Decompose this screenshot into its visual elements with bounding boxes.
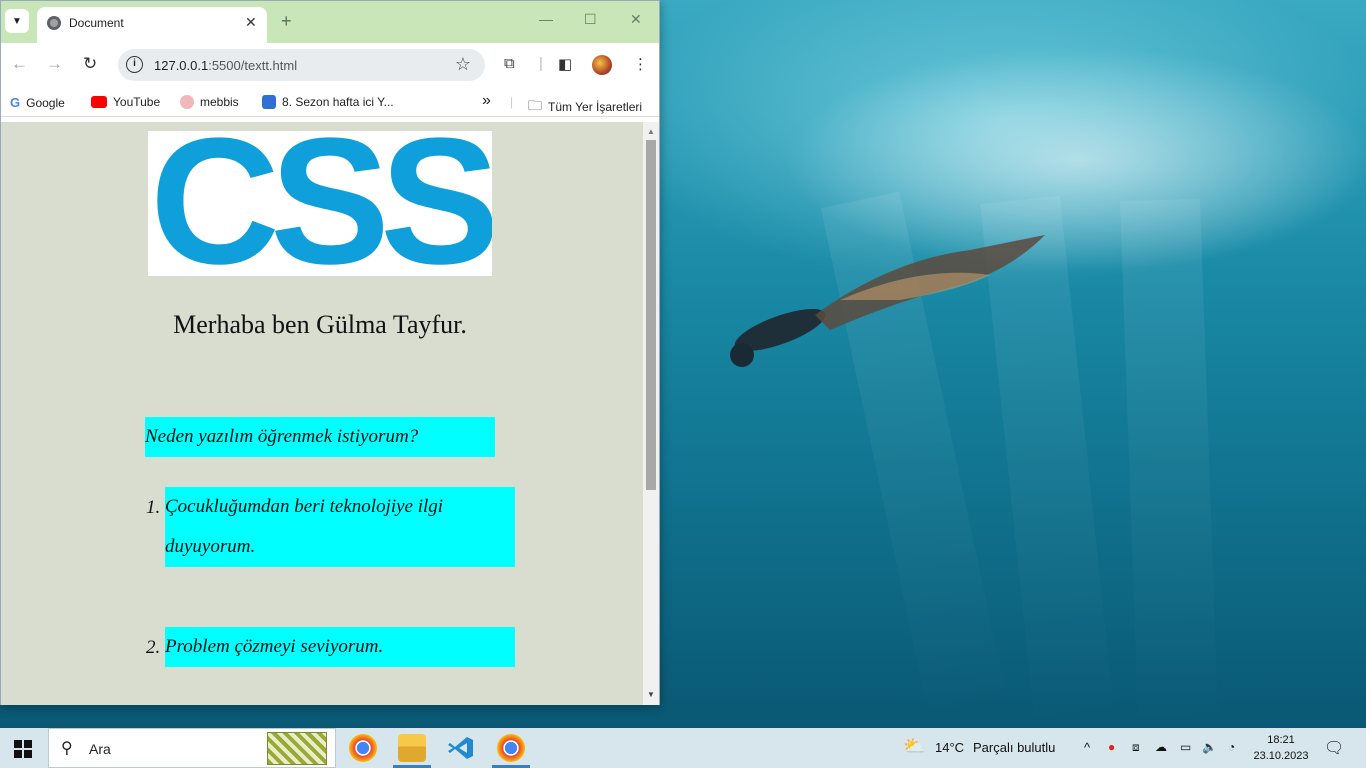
bookmark-google[interactable]: G Google (10, 95, 65, 110)
windows-start-icon[interactable] (14, 740, 32, 758)
url-text: 127.0.0.1:5500/textt.html (154, 58, 298, 73)
file-explorer-icon[interactable] (398, 734, 426, 762)
menu-dots-icon[interactable]: ⋮ (633, 55, 648, 73)
bookmarks-divider: | (510, 95, 514, 109)
wifi-icon[interactable]: ◔ (1228, 740, 1235, 754)
page-heading: Merhaba ben Gülma Tayfur. (173, 310, 467, 339)
browser-window: ▼ Document ✕ + — ☐ ✕ ← → ↻ i 127.0.0.1:5… (0, 0, 660, 705)
record-icon[interactable]: ● (1108, 740, 1115, 754)
question-text: Neden yazılım öğrenmek istiyorum? (145, 417, 495, 457)
extensions-icon[interactable]: ⧉ (504, 55, 515, 72)
bookmark-youtube[interactable]: YouTube (91, 95, 160, 109)
battery-icon[interactable]: ▭ (1180, 740, 1191, 754)
tab-title: Document (69, 16, 124, 30)
mebbis-icon (180, 95, 194, 109)
scroll-up-arrow-icon[interactable]: ▲ (647, 127, 655, 136)
list-number: 2. (146, 637, 161, 658)
page-viewport: CSS Merhaba ben Gülma Tayfur. Neden yazı… (1, 122, 643, 705)
back-button[interactable]: ← (11, 54, 28, 74)
search-placeholder: Ara (89, 741, 111, 757)
chrome-taskbar-icon[interactable] (349, 734, 377, 762)
svg-text:CSS: CSS (150, 131, 492, 276)
list-number: 1. (146, 497, 161, 518)
scroll-down-arrow-icon[interactable]: ▼ (647, 690, 655, 699)
taskbar-search-box[interactable]: ⚲ Ara (48, 728, 336, 768)
bookmarks-overflow-button[interactable]: » (482, 92, 491, 110)
volume-icon[interactable]: 🔈 (1202, 740, 1217, 754)
bookmark-sezon[interactable]: 8. Sezon hafta ici Y... (262, 95, 394, 109)
light-ray (1120, 198, 1219, 730)
search-highlight-image[interactable] (267, 732, 327, 765)
all-bookmarks-button[interactable]: 🗀 Tüm Yer İşaretleri (528, 95, 642, 119)
maximize-button[interactable]: ☐ (584, 11, 597, 28)
close-tab-icon[interactable]: ✕ (245, 14, 257, 31)
tab-document[interactable]: Document ✕ (37, 7, 267, 43)
weather-icon[interactable]: ⛅ (903, 736, 925, 757)
taskbar: ⚲ Ara ⛅ 14°C Parçalı bulutlu ^ ● ⧈ ☁ ▭ 🔈… (0, 728, 1366, 768)
google-icon: G (10, 95, 21, 110)
page-scrollbar[interactable]: ▲ ▼ (643, 122, 659, 705)
swimmer-silhouette (730, 235, 1045, 367)
tab-search-button[interactable]: ▼ (5, 9, 29, 33)
toolbar-divider: | (539, 55, 543, 72)
browser-toolbar: ← → ↻ i 127.0.0.1:5500/textt.html ☆ ⧉ | … (1, 43, 659, 87)
scrollbar-thumb[interactable] (646, 140, 656, 490)
clock-date: 23.10.2023 (1253, 750, 1309, 762)
search-icon: ⚲ (61, 740, 73, 757)
reload-button[interactable]: ↻ (83, 54, 97, 74)
classroom-icon (262, 95, 276, 109)
vscode-icon[interactable] (447, 734, 475, 762)
new-tab-button[interactable]: + (281, 11, 292, 32)
notifications-icon[interactable]: 🗨 (1324, 738, 1344, 758)
bookmark-star-icon[interactable]: ☆ (455, 54, 471, 75)
site-info-icon[interactable]: i (126, 56, 143, 73)
css-logo-graphic: CSS (150, 122, 504, 302)
list-item: Problem çözmeyi seviyorum. (165, 627, 515, 667)
side-panel-icon[interactable]: ◧ (558, 55, 572, 73)
network-status-icon[interactable]: ☁ (1155, 740, 1167, 754)
show-hidden-icons-chevron-icon[interactable]: ^ (1084, 740, 1090, 755)
weather-temperature[interactable]: 14°C (935, 740, 964, 755)
folder-icon: 🗀 (528, 97, 542, 113)
forward-button[interactable]: → (46, 54, 63, 74)
weather-description[interactable]: Parçalı bulutlu (973, 740, 1055, 755)
youtube-icon (91, 96, 107, 108)
meet-icon[interactable]: ⧈ (1132, 740, 1140, 755)
chevron-down-icon: ▼ (12, 15, 22, 27)
clock-time: 18:21 (1267, 734, 1295, 746)
title-bar: ▼ Document ✕ + — ☐ ✕ (1, 1, 659, 43)
close-window-button[interactable]: ✕ (630, 11, 642, 28)
bookmark-mebbis[interactable]: mebbis (180, 95, 239, 109)
profile-avatar[interactable] (592, 55, 612, 75)
globe-icon (47, 16, 61, 30)
address-bar[interactable]: i 127.0.0.1:5500/textt.html ☆ (118, 49, 485, 81)
chrome-profile-taskbar-icon[interactable] (497, 734, 525, 762)
list-item: Çocukluğumdan beri teknolojiye ilgi duyu… (165, 487, 515, 567)
minimize-button[interactable]: — (539, 11, 553, 27)
bookmarks-bar: G Google YouTube mebbis 8. Sezon hafta i… (1, 87, 659, 117)
css-logo: CSS (148, 122, 504, 302)
taskbar-clock[interactable]: 18:21 23.10.2023 (1252, 732, 1310, 764)
